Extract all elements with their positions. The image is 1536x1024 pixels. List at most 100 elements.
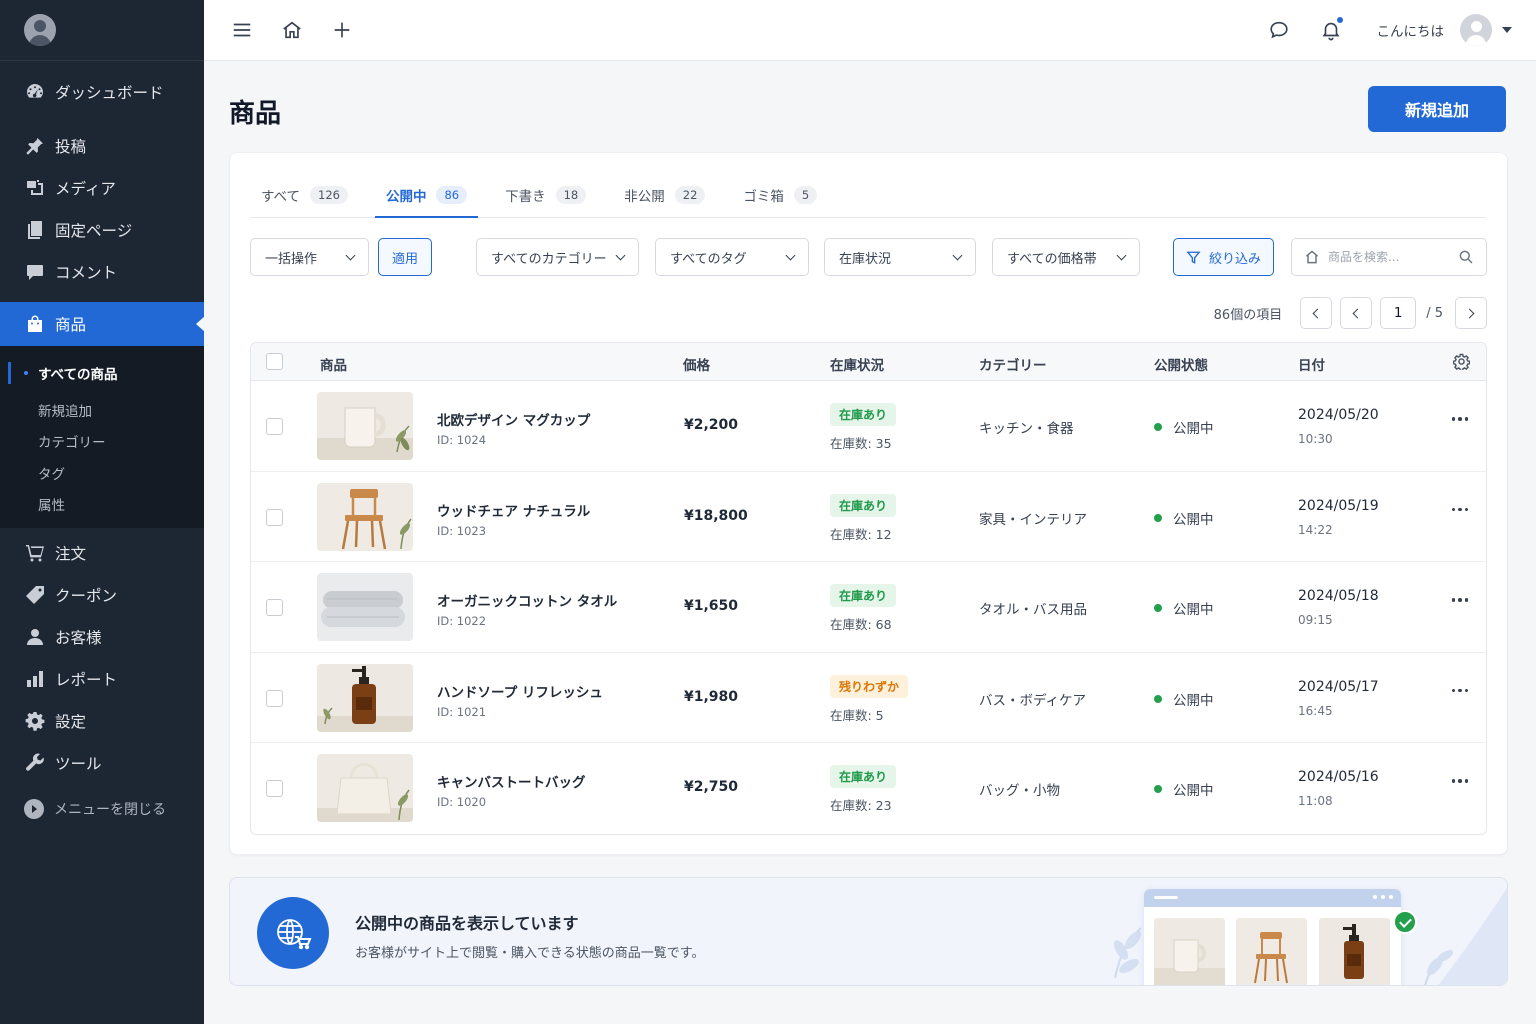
stock-badge: 在庫あり bbox=[830, 493, 897, 517]
table-row[interactable]: 北欧デザイン マグカップ ID: 1024 ¥2,200 在庫あり 在庫数: 35 キッチ… bbox=[251, 381, 1486, 472]
sidebar-item-posts[interactable]: 投稿 bbox=[0, 125, 204, 167]
row-checkbox[interactable] bbox=[266, 599, 283, 616]
banner-title: 公開中の商品を表示しています bbox=[355, 914, 579, 933]
sidebar-item-label: 固定ページ bbox=[55, 222, 133, 240]
tab-published[interactable]: 公開中 86 bbox=[374, 173, 479, 218]
category-select[interactable]: すべてのカテゴリー bbox=[476, 238, 639, 276]
page-icon bbox=[24, 220, 45, 241]
column-product[interactable]: 商品 bbox=[320, 354, 347, 374]
product-date: 2024/05/20 bbox=[1298, 407, 1379, 423]
more-actions-icon[interactable] bbox=[1449, 598, 1468, 602]
sidebar-item-label: メディア bbox=[55, 180, 116, 198]
product-thumbnail[interactable] bbox=[317, 573, 413, 641]
product-name[interactable]: 北欧デザイン マグカップ bbox=[437, 409, 590, 429]
sidebar-item-media[interactable]: メディア bbox=[0, 167, 204, 209]
gear-icon bbox=[1452, 353, 1471, 372]
sidebar-item-comments[interactable]: コメント bbox=[0, 251, 204, 293]
tab-all[interactable]: すべて 126 bbox=[250, 173, 359, 217]
more-actions-icon[interactable] bbox=[1449, 688, 1468, 692]
column-date[interactable]: 日付 bbox=[1298, 354, 1325, 374]
sidebar-item-orders[interactable]: 注文 bbox=[0, 532, 204, 574]
product-price: ¥1,650 bbox=[684, 598, 739, 614]
table-row[interactable]: ウッドチェア ナチュラル ID: 1023 ¥18,800 在庫あり 在庫数: 12 家具… bbox=[251, 472, 1486, 562]
collapse-menu-button[interactable]: メニューを閉じる bbox=[0, 788, 204, 830]
product-name[interactable]: ハンドソープ リフレッシュ bbox=[437, 681, 603, 701]
sidebar-item-customers[interactable]: お客様 bbox=[0, 616, 204, 658]
row-checkbox[interactable] bbox=[266, 418, 283, 435]
user-avatar[interactable] bbox=[1460, 14, 1492, 46]
sidebar-item-label: コメント bbox=[55, 264, 118, 282]
more-actions-icon[interactable] bbox=[1449, 507, 1468, 511]
stock-select[interactable]: 在庫状況 bbox=[824, 238, 976, 276]
select-value: 一括操作 bbox=[265, 251, 318, 267]
more-actions-icon[interactable] bbox=[1449, 417, 1468, 421]
sidebar-item-label: ツール bbox=[55, 755, 102, 773]
products-table: 商品 価格 在庫状況 カテゴリー 公開状態 日付 北欧デザイン マグカップ ID:… bbox=[250, 342, 1487, 835]
stock-badge: 在庫あり bbox=[830, 765, 897, 788]
dashboard-icon bbox=[24, 82, 45, 103]
menu-button[interactable] bbox=[228, 16, 256, 44]
product-thumbnail[interactable] bbox=[317, 663, 413, 732]
comments-button[interactable] bbox=[1265, 16, 1293, 44]
row-checkbox[interactable] bbox=[266, 689, 283, 707]
table-row[interactable]: ハンドソープ リフレッシュ ID: 1021 ¥1,980 残りわずか 在庫数: 5 バス… bbox=[251, 653, 1486, 743]
next-page-button[interactable] bbox=[1455, 297, 1487, 329]
submenu-attributes[interactable]: 属性 bbox=[0, 489, 204, 521]
table-settings-button[interactable] bbox=[1452, 353, 1471, 372]
sidebar-item-pages[interactable]: 固定ページ bbox=[0, 209, 204, 251]
filter-button[interactable]: 絞り込み bbox=[1173, 238, 1274, 276]
tab-private[interactable]: 非公開 22 bbox=[613, 173, 716, 217]
row-checkbox[interactable] bbox=[266, 508, 283, 526]
submenu-all-products[interactable]: すべての商品 bbox=[0, 356, 204, 390]
notifications-button[interactable] bbox=[1317, 16, 1345, 44]
submenu-tags[interactable]: タグ bbox=[0, 457, 204, 489]
sidebar-item-coupons[interactable]: クーポン bbox=[0, 574, 204, 616]
tag-select[interactable]: すべてのタグ bbox=[655, 238, 809, 276]
add-new-button[interactable]: 新規追加 bbox=[1368, 86, 1506, 132]
submenu-add-new[interactable]: 新規追加 bbox=[0, 394, 204, 426]
product-time: 09:15 bbox=[1298, 613, 1333, 627]
tab-label: 公開中 bbox=[385, 189, 427, 205]
banner-text: お客様がサイト上で閲覧・購入できる状態の商品一覧です。 bbox=[355, 946, 705, 961]
home-icon bbox=[283, 21, 301, 39]
product-thumbnail[interactable] bbox=[317, 482, 413, 551]
sidebar-item-label: 投稿 bbox=[55, 138, 87, 156]
price-select[interactable]: すべての価格帯 bbox=[992, 238, 1140, 276]
home-button[interactable] bbox=[278, 16, 306, 44]
stock-count: 在庫数: 35 bbox=[830, 436, 892, 451]
chevron-down-icon[interactable] bbox=[1502, 27, 1512, 33]
sidebar-item-tools[interactable]: ツール bbox=[0, 742, 204, 784]
search-input[interactable] bbox=[1328, 250, 1448, 264]
bulk-action-select[interactable]: 一括操作 bbox=[250, 238, 369, 276]
tab-label: ゴミ箱 bbox=[743, 189, 784, 205]
product-thumbnail[interactable] bbox=[317, 754, 413, 822]
row-checkbox[interactable] bbox=[266, 780, 283, 797]
product-name[interactable]: オーガニックコットン タオル bbox=[437, 590, 617, 610]
product-category: キッチン・食器 bbox=[979, 421, 1074, 437]
tab-trash[interactable]: ゴミ箱 5 bbox=[732, 173, 828, 217]
product-name[interactable]: ウッドチェア ナチュラル bbox=[437, 500, 590, 520]
sidebar-item-dashboard[interactable]: ダッシュボード bbox=[0, 71, 204, 113]
page-number-input[interactable] bbox=[1380, 297, 1417, 329]
tab-drafts[interactable]: 下書き 18 bbox=[494, 173, 597, 217]
prev-page-button[interactable] bbox=[1340, 297, 1373, 329]
column-category[interactable]: カテゴリー bbox=[979, 354, 1047, 374]
more-actions-icon[interactable] bbox=[1449, 779, 1468, 783]
apply-button[interactable]: 適用 bbox=[378, 238, 432, 276]
column-price[interactable]: 価格 bbox=[683, 354, 710, 374]
sidebar-item-reports[interactable]: レポート bbox=[0, 658, 204, 700]
sidebar-item-products[interactable]: 商品 bbox=[0, 302, 205, 346]
sidebar-item-settings[interactable]: 設定 bbox=[0, 700, 204, 742]
new-button[interactable] bbox=[328, 16, 356, 44]
avatar[interactable] bbox=[24, 14, 56, 46]
table-row[interactable]: キャンバストートバッグ ID: 1020 ¥2,750 在庫あり 在庫数: 23 バッグ・… bbox=[251, 743, 1486, 834]
column-status[interactable]: 公開状態 bbox=[1154, 354, 1208, 374]
product-thumbnail[interactable] bbox=[317, 392, 413, 460]
product-name[interactable]: キャンバストートバッグ bbox=[437, 771, 586, 791]
select-all-checkbox[interactable] bbox=[266, 353, 283, 370]
column-stock[interactable]: 在庫状況 bbox=[830, 354, 884, 374]
submenu-categories[interactable]: カテゴリー bbox=[0, 426, 204, 458]
table-row[interactable]: オーガニックコットン タオル ID: 1022 ¥1,650 在庫あり 在庫数: 68 タ… bbox=[251, 562, 1486, 653]
first-page-button[interactable] bbox=[1300, 297, 1333, 329]
search-icon[interactable] bbox=[1458, 249, 1474, 265]
